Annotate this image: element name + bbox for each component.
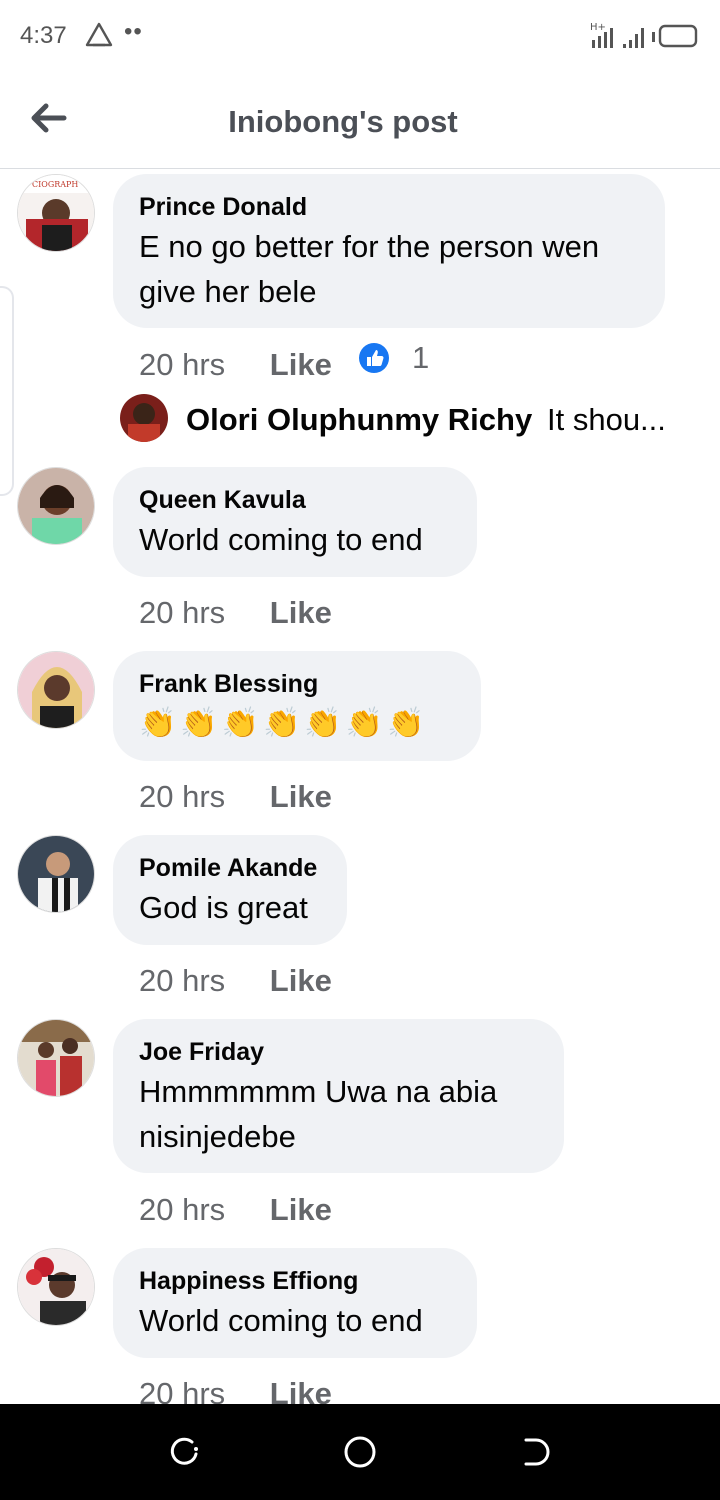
- reply-author[interactable]: Olori Oluphunmy Richy: [186, 402, 532, 438]
- avatar[interactable]: [17, 467, 95, 545]
- home-icon[interactable]: [342, 1434, 378, 1470]
- comment-bubble[interactable]: Frank Blessing 👏👏👏👏👏👏👏: [113, 651, 481, 761]
- notification-dots: ••: [124, 18, 143, 45]
- like-button[interactable]: Like: [270, 347, 332, 383]
- comment-bubble[interactable]: Pomile Akande God is great: [113, 835, 347, 945]
- like-button[interactable]: Like: [270, 1192, 332, 1228]
- comment-text: God is great: [139, 890, 308, 925]
- avatar[interactable]: [17, 1019, 95, 1097]
- comment-meta: 20 hrs Like: [139, 963, 332, 1003]
- comment-author[interactable]: Prince Donald: [139, 192, 639, 222]
- comment-time: 20 hrs: [139, 347, 226, 382]
- comment-bubble[interactable]: Prince Donald E no go better for the per…: [113, 174, 665, 328]
- like-button[interactable]: Like: [270, 963, 332, 999]
- comment-meta: 20 hrs Like: [139, 595, 332, 635]
- comment-bubble[interactable]: Queen Kavula World coming to end: [113, 467, 477, 577]
- comment-text: E no go better for the person wen give h…: [139, 229, 600, 309]
- comment-meta: 20 hrs Like: [139, 779, 332, 819]
- svg-text:H+: H+: [590, 22, 606, 33]
- comment-meta: 20 hrs Like: [139, 1192, 332, 1232]
- post-header: Iniobong's post: [0, 72, 720, 169]
- comment-time: 20 hrs: [139, 963, 226, 998]
- comment-time: 20 hrs: [139, 779, 226, 814]
- comment-author[interactable]: Joe Friday: [139, 1037, 538, 1067]
- comment-meta: 20 hrs Like: [139, 347, 332, 387]
- reply-avatar[interactable]: [120, 394, 168, 442]
- comment-text: World coming to end: [139, 522, 423, 557]
- like-button[interactable]: Like: [270, 779, 332, 815]
- like-reaction-icon[interactable]: [358, 342, 390, 374]
- comment-bubble[interactable]: Joe Friday Hmmmmmm Uwa na abia nisinjede…: [113, 1019, 564, 1173]
- comment-author[interactable]: Happiness Effiong: [139, 1266, 451, 1296]
- like-button[interactable]: Like: [270, 595, 332, 631]
- comment-author[interactable]: Queen Kavula: [139, 485, 451, 515]
- comment-text: World coming to end: [139, 1303, 423, 1338]
- comment-time: 20 hrs: [139, 595, 226, 630]
- avatar[interactable]: CIOGRAPH: [17, 174, 95, 252]
- reaction-count: 1: [412, 340, 430, 375]
- page-title: Iniobong's post: [228, 104, 458, 139]
- avatar[interactable]: [17, 835, 95, 913]
- comment-text: Hmmmmmm Uwa na abia nisinjedebe: [139, 1074, 498, 1154]
- status-time: 4:37: [20, 22, 67, 49]
- signal-battery-icon: H+: [590, 22, 698, 48]
- recent-apps-icon[interactable]: [166, 1434, 202, 1470]
- comment-time: 20 hrs: [139, 1192, 226, 1227]
- avatar[interactable]: [17, 651, 95, 729]
- side-panel-handle[interactable]: [0, 286, 14, 496]
- status-bar: 4:37 •• H+: [0, 0, 720, 72]
- comment-bubble[interactable]: Happiness Effiong World coming to end: [113, 1248, 477, 1358]
- system-nav-bar: [0, 1404, 720, 1500]
- back-icon[interactable]: [518, 1434, 554, 1470]
- comment-author[interactable]: Frank Blessing: [139, 669, 455, 699]
- avatar[interactable]: [17, 1248, 95, 1326]
- reply-text: It shou...: [547, 402, 666, 437]
- comment-author[interactable]: Pomile Akande: [139, 853, 321, 883]
- clapping-hands-emoji: 👏👏👏👏👏👏👏: [139, 707, 429, 740]
- svg-text:CIOGRAPH: CIOGRAPH: [32, 180, 78, 189]
- warning-icon: [85, 22, 113, 47]
- reply-preview[interactable]: Olori Oluphunmy Richy It shou...: [120, 394, 710, 444]
